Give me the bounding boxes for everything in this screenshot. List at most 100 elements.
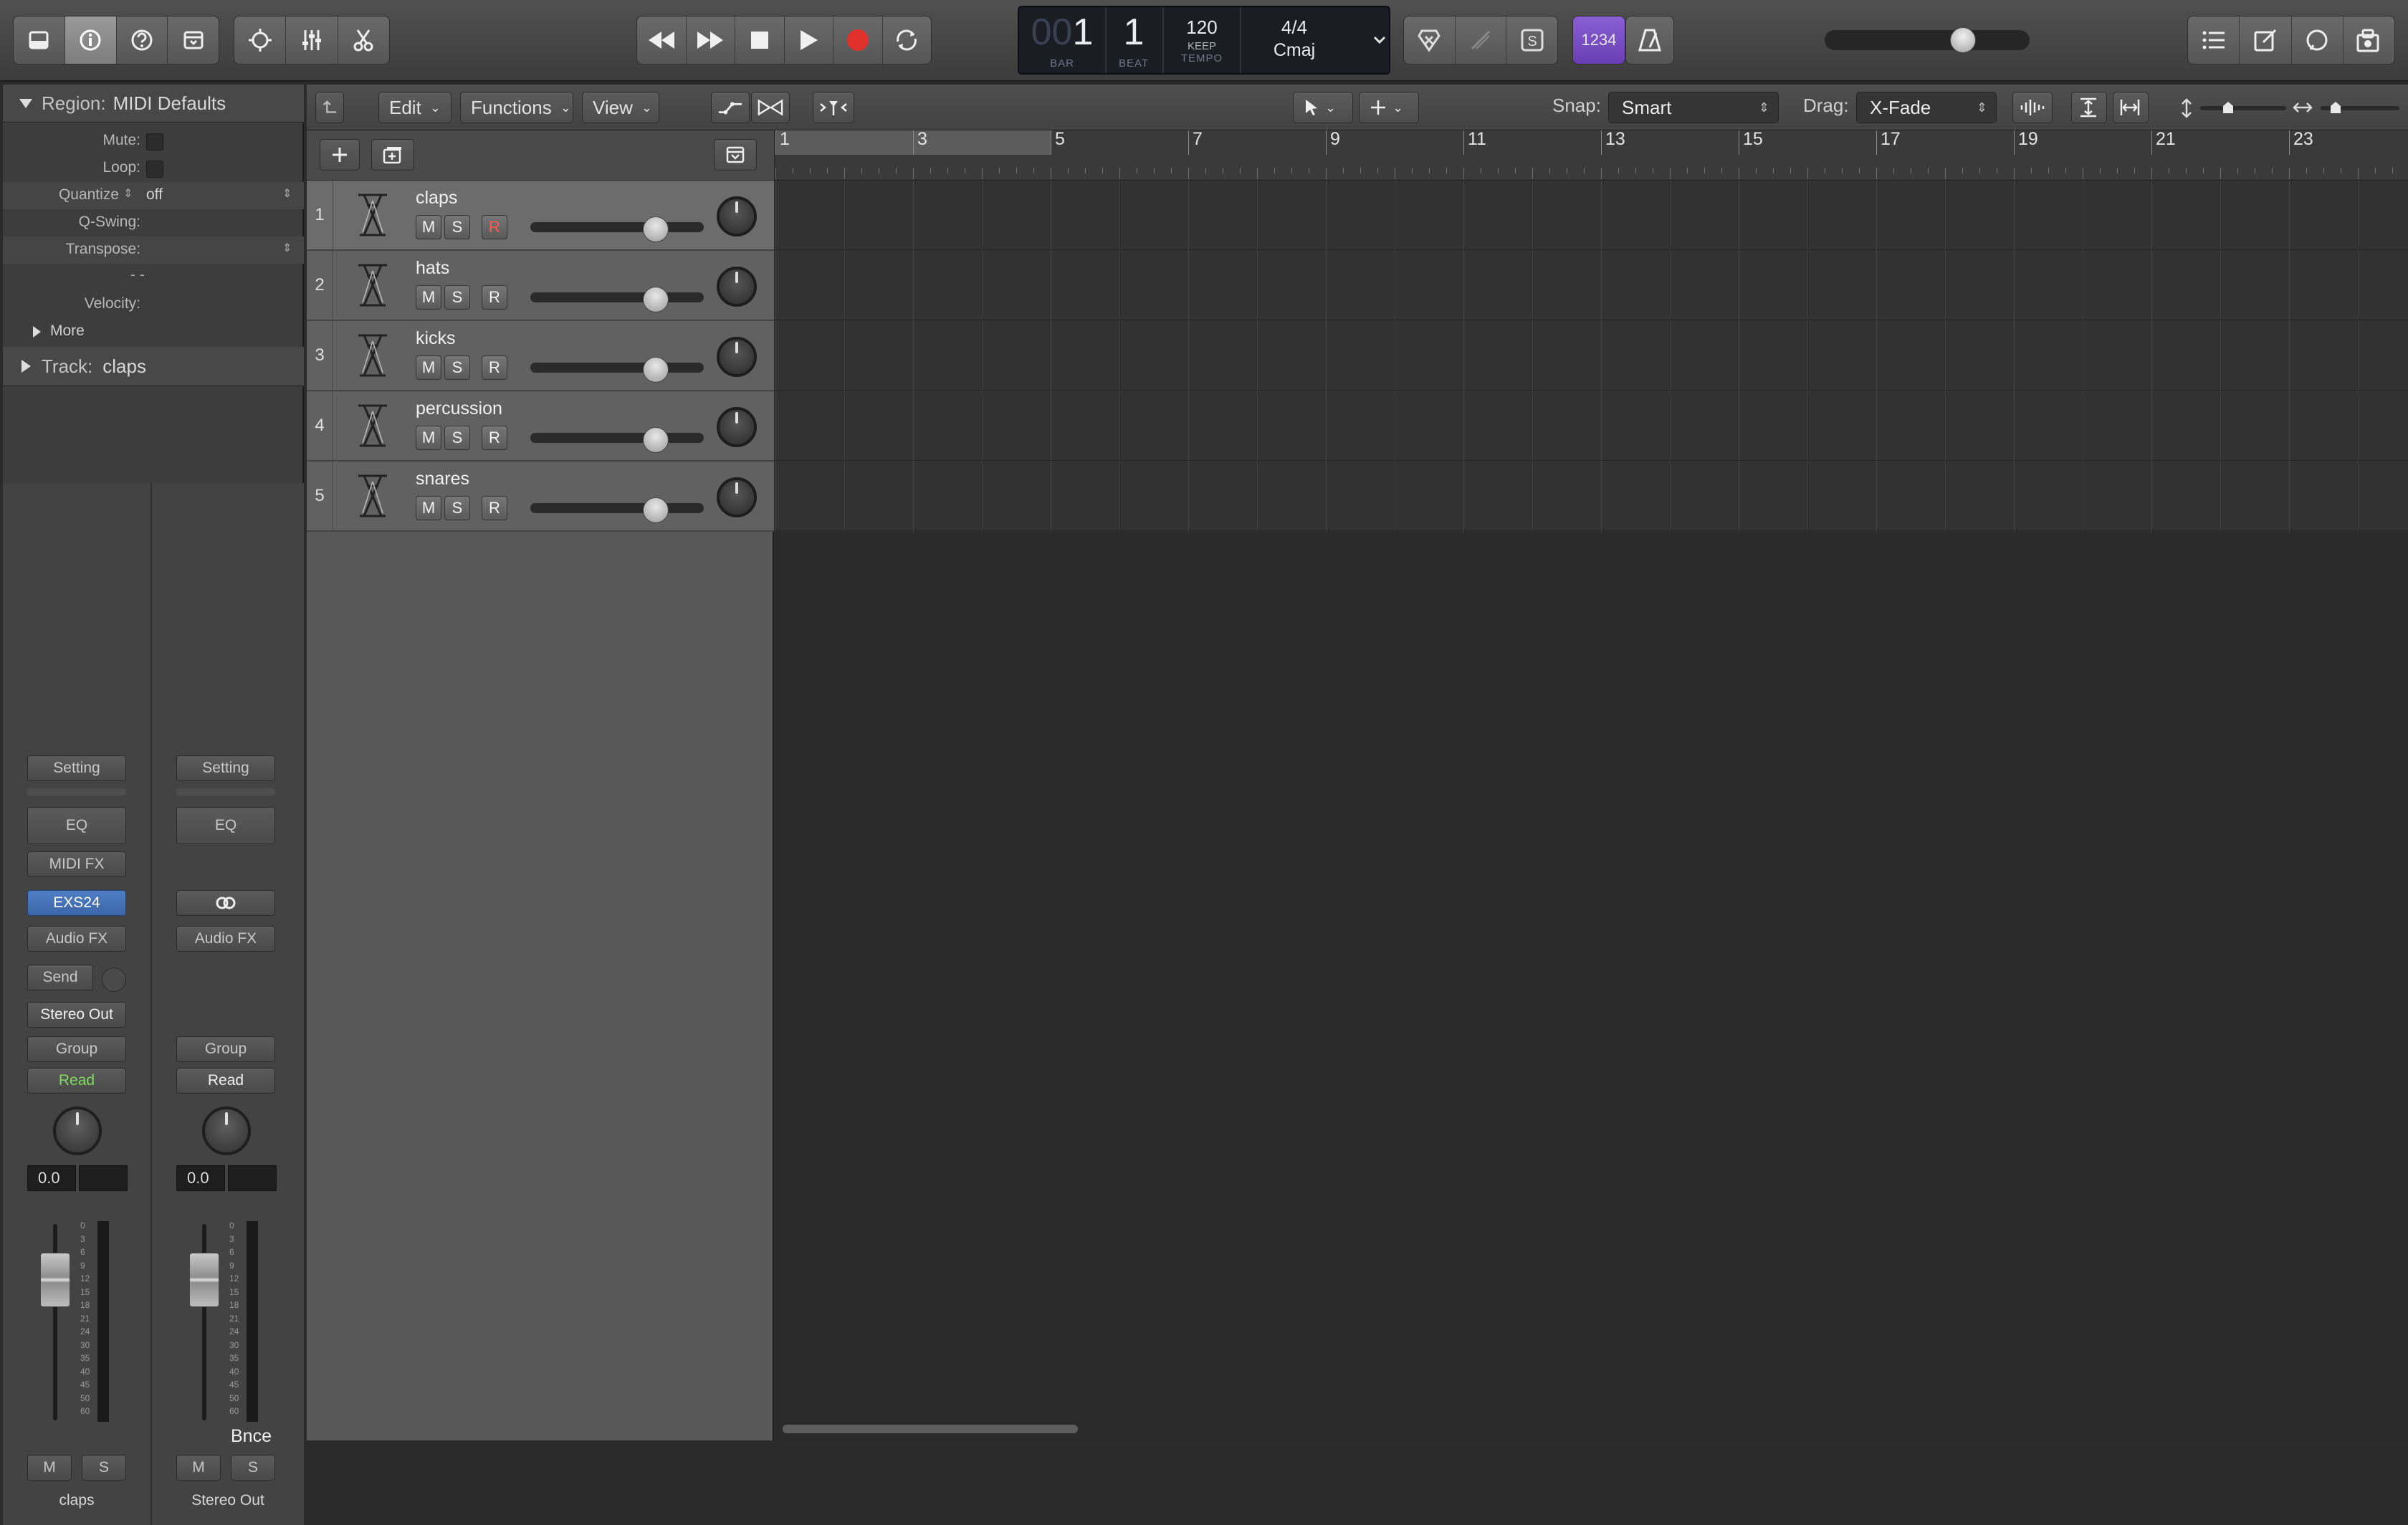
- track-mute-button[interactable]: M: [416, 215, 441, 239]
- group-slot[interactable]: Group: [176, 1036, 275, 1062]
- metronome-button[interactable]: [1625, 16, 1674, 64]
- track-volume-slider[interactable]: [530, 292, 704, 302]
- flex-view-button[interactable]: [751, 92, 790, 123]
- track-volume-slider[interactable]: [530, 503, 704, 513]
- play-button[interactable]: [785, 16, 833, 64]
- vertical-zoom-slider[interactable]: [2200, 106, 2286, 110]
- quantize-row[interactable]: Quantize ⇕ off ⇕: [3, 182, 304, 209]
- editors-button[interactable]: [338, 16, 389, 64]
- transpose-row[interactable]: Transpose: ⇕: [3, 236, 304, 264]
- mute-button[interactable]: M: [176, 1455, 221, 1481]
- track-mute-button[interactable]: M: [416, 355, 441, 380]
- track-name[interactable]: snares: [416, 469, 469, 489]
- track-name[interactable]: hats: [416, 258, 449, 279]
- track-pan-knob[interactable]: [717, 196, 757, 236]
- replace-button[interactable]: [1404, 16, 1456, 64]
- volume-fader-cap[interactable]: [40, 1253, 70, 1307]
- waveform-zoom-button[interactable]: [2012, 92, 2053, 123]
- track-header[interactable]: 4 percussion M S R: [307, 391, 774, 462]
- track-name[interactable]: claps: [416, 188, 457, 209]
- link-button[interactable]: [176, 890, 275, 916]
- track-solo-button[interactable]: S: [444, 355, 470, 380]
- eq-button[interactable]: EQ: [27, 807, 126, 844]
- track-inspector-header[interactable]: Track: claps: [3, 347, 304, 386]
- forward-button[interactable]: [687, 16, 735, 64]
- lcd-display[interactable]: 001 BAR 1 BEAT 120 KEEP TEMPO 4/4 Cmaj: [1018, 6, 1390, 75]
- lcd-menu-button[interactable]: [1370, 7, 1389, 73]
- track-header[interactable]: 5 snares M S R: [307, 462, 774, 532]
- volume-fader-cap[interactable]: [189, 1253, 219, 1307]
- setting-button[interactable]: Setting: [176, 755, 275, 781]
- track-name[interactable]: kicks: [416, 328, 456, 349]
- drum-kit-icon[interactable]: [351, 261, 394, 310]
- track-record-enable-button[interactable]: R: [482, 355, 507, 380]
- loop-checkbox[interactable]: [146, 161, 163, 178]
- send-level-knob[interactable]: [102, 967, 126, 992]
- horizontal-scrollbar[interactable]: [783, 1425, 1078, 1433]
- catch-button[interactable]: [813, 92, 854, 123]
- left-click-tool[interactable]: ⌄: [1293, 92, 1353, 123]
- stop-button[interactable]: [735, 16, 785, 64]
- solo-button[interactable]: S: [82, 1455, 126, 1481]
- master-volume-knob[interactable]: [1950, 27, 1976, 53]
- track-volume-knob[interactable]: [643, 427, 669, 453]
- drum-kit-icon[interactable]: [351, 472, 394, 520]
- track-record-enable-button[interactable]: R: [482, 215, 507, 239]
- horizontal-zoom-fit-button[interactable]: [2113, 92, 2149, 123]
- track-pan-knob[interactable]: [717, 477, 757, 517]
- notepad-button[interactable]: [2240, 16, 2292, 64]
- track-volume-knob[interactable]: [643, 497, 669, 523]
- back-button[interactable]: [315, 92, 344, 123]
- track-volume-knob[interactable]: [643, 357, 669, 383]
- setting-button[interactable]: Setting: [27, 755, 126, 781]
- record-button[interactable]: [833, 16, 883, 64]
- quantize-value[interactable]: off: [146, 186, 163, 204]
- track-pan-knob[interactable]: [717, 267, 757, 307]
- functions-menu[interactable]: Functions ⌄: [460, 92, 573, 123]
- instrument-slot[interactable]: EXS24: [27, 890, 126, 916]
- pan-knob[interactable]: [202, 1106, 251, 1155]
- automation-view-button[interactable]: [711, 92, 750, 123]
- track-mute-button[interactable]: M: [416, 285, 441, 310]
- track-header[interactable]: 3 kicks M S R: [307, 321, 774, 391]
- solo-mode-button[interactable]: S: [1506, 16, 1557, 64]
- library-button[interactable]: [14, 16, 65, 64]
- duplicate-track-button[interactable]: [371, 139, 414, 171]
- tuner-button[interactable]: [1456, 16, 1507, 64]
- track-solo-button[interactable]: S: [444, 496, 470, 520]
- volume-value[interactable]: 0.0: [27, 1165, 76, 1191]
- inspector-button[interactable]: [64, 16, 117, 64]
- track-volume-slider[interactable]: [530, 222, 704, 232]
- mute-checkbox[interactable]: [146, 133, 163, 150]
- automation-mode-button[interactable]: Read: [176, 1068, 275, 1094]
- track-solo-button[interactable]: S: [444, 215, 470, 239]
- edit-menu[interactable]: Edit ⌄: [378, 92, 452, 123]
- list-editors-button[interactable]: [2188, 16, 2240, 64]
- solo-button[interactable]: S: [231, 1455, 275, 1481]
- lcd-tempo[interactable]: 120 KEEP TEMPO: [1164, 7, 1241, 73]
- rewind-button[interactable]: [637, 16, 687, 64]
- count-in-button[interactable]: 1234: [1572, 16, 1625, 64]
- tracks-grid[interactable]: [775, 181, 2408, 532]
- smart-controls-button[interactable]: [234, 16, 287, 64]
- track-solo-button[interactable]: S: [444, 285, 470, 310]
- quick-help-button[interactable]: [117, 16, 168, 64]
- eq-button[interactable]: EQ: [176, 807, 275, 844]
- drum-kit-icon[interactable]: [351, 401, 394, 450]
- vertical-zoom-fit-button[interactable]: [2071, 92, 2107, 123]
- velocity-row[interactable]: Velocity:: [3, 291, 304, 318]
- track-pan-knob[interactable]: [717, 407, 757, 447]
- command-click-tool[interactable]: ⌄: [1359, 92, 1419, 123]
- drum-kit-icon[interactable]: [351, 191, 394, 239]
- global-tracks-button[interactable]: [714, 139, 757, 171]
- region-inspector-header[interactable]: Region: MIDI Defaults: [3, 85, 304, 123]
- lcd-signature[interactable]: 4/4 Cmaj: [1241, 7, 1347, 73]
- mute-button[interactable]: M: [27, 1455, 72, 1481]
- track-record-enable-button[interactable]: R: [482, 426, 507, 450]
- track-record-enable-button[interactable]: R: [482, 496, 507, 520]
- view-menu[interactable]: View ⌄: [582, 92, 659, 123]
- track-solo-button[interactable]: S: [444, 426, 470, 450]
- master-volume-slider[interactable]: [1825, 27, 2030, 53]
- track-pan-knob[interactable]: [717, 337, 757, 377]
- loop-browser-button[interactable]: [2292, 16, 2344, 64]
